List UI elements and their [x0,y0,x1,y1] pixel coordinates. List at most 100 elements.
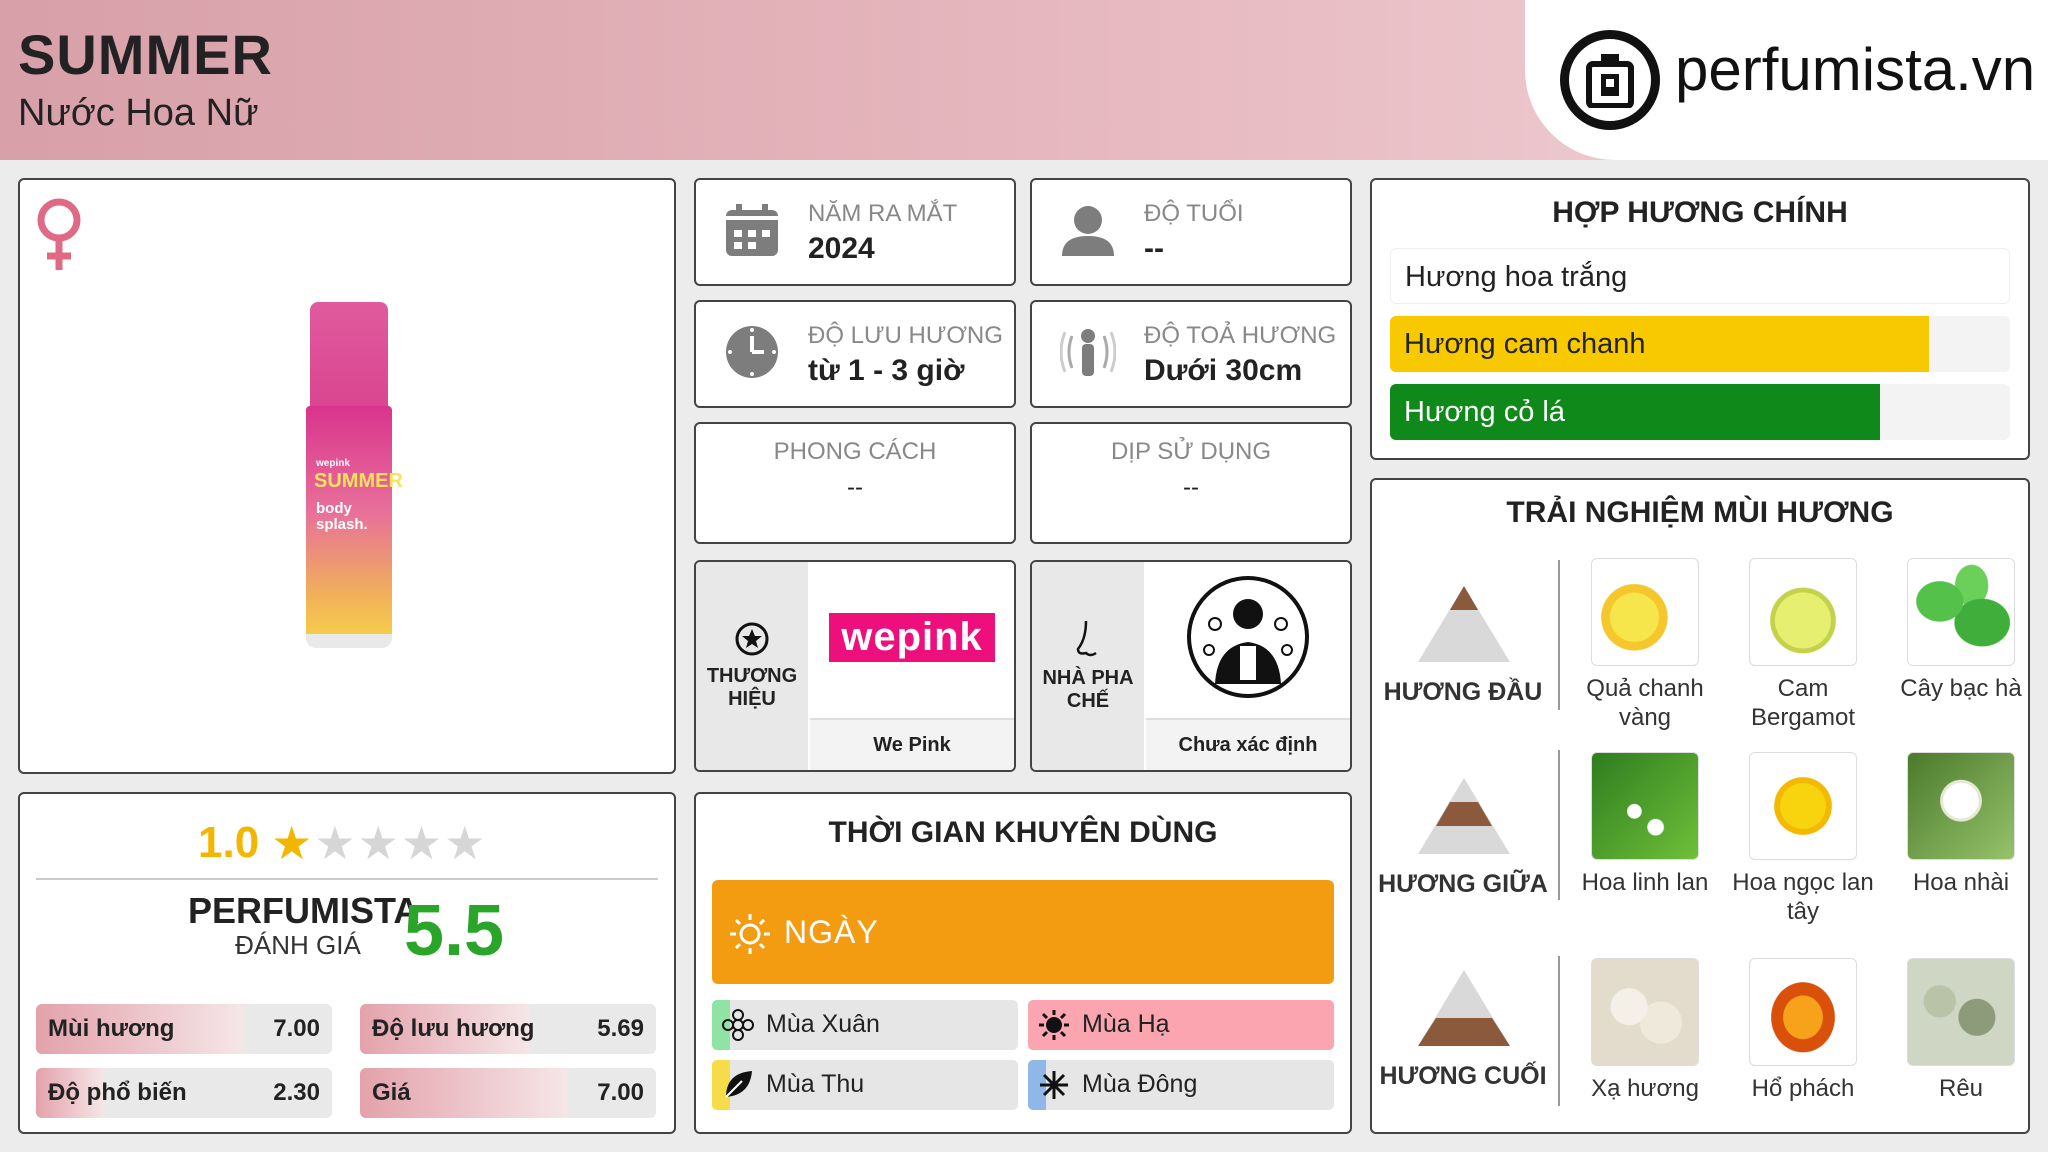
notes-divider [1558,750,1560,900]
longevity-card: ĐỘ LƯU HƯƠNG từ 1 - 3 giờ [694,300,1016,408]
longevity-value: từ 1 - 3 giờ [808,354,965,387]
launch-year-value: 2024 [808,232,875,265]
note-item[interactable]: Cam Bergamot [1728,558,1878,732]
score-value: 2.30 [273,1079,320,1106]
sillage-icon [1060,329,1116,376]
age-value: -- [1144,232,1164,265]
style-value: -- [847,474,863,501]
snowflake-icon [1040,1071,1068,1099]
perfumer-name: Chưa xác định [1146,718,1350,770]
longevity-label: ĐỘ LƯU HƯƠNG [808,322,1003,349]
site-logo[interactable]: perfumista.vn [1525,0,2048,160]
brand-label-2: HIỆU [728,688,776,710]
sillage-label: ĐỘ TOẢ HƯƠNG [1144,322,1337,349]
note-item[interactable]: Hoa nhài [1886,752,2036,897]
season-autumn: Mùa Thu [712,1060,1018,1110]
accords-title: HỢP HƯƠNG CHÍNH [1552,196,1848,229]
launch-year-card: NĂM RA MẮT 2024 [694,178,1016,286]
note-name: Xạ hương [1591,1075,1699,1102]
note-name: Quả chanh vàng [1586,675,1704,731]
perfumer-label-1: NHÀ PHA [1042,667,1134,689]
logo-text: perfumista.vn [1675,36,2036,103]
note-name: Hoa nhài [1912,869,2010,896]
score-bar: Mùi hương 7.00 [36,1004,332,1054]
note-name: Hoa ngọc lan tây [1732,869,1874,925]
score-name: Độ lưu hương [372,1015,535,1042]
accord-bar: Hương cỏ lá [1390,384,2010,440]
star-icon: ★ [444,817,488,869]
season-fill [1028,1000,1334,1050]
season-name: Mùa Hạ [1082,1010,1170,1038]
female-icon [37,198,81,270]
lily-of-the-valley-image [1591,752,1699,860]
style-label: PHONG CÁCH [773,438,937,465]
bottle-name: SUMMER [314,470,403,492]
perfumer-label-2: CHẾ [1066,690,1110,712]
star-icon: ★ [357,817,401,869]
note-item[interactable]: Cây bạc hà [1886,558,2036,703]
note-name: Hổ phách [1751,1075,1855,1102]
perfumer-avatar [1146,562,1350,712]
accord-label: Hương hoa trắng [1405,261,1628,293]
occasion-card: DỊP SỬ DỤNG -- [1030,422,1352,544]
pyramid-middle-icon [1418,778,1510,854]
pyramid-top-icon [1418,586,1510,662]
star-icon: ★ [314,817,358,869]
usage-card: THỜI GIAN KHUYÊN DÙNG NGÀY Mùa Xuân Mùa … [694,792,1352,1134]
mint-image [1907,558,2015,666]
score-name: Giá [372,1079,411,1106]
usage-title: THỜI GIAN KHUYÊN DÙNG [828,816,1218,849]
note-item[interactable]: Hoa ngọc lan tây [1728,752,1878,926]
user-icon [1062,206,1114,256]
accord-bar: Hương hoa trắng [1390,248,2010,304]
perfumer-card[interactable]: NHÀ PHA CHẾ Chưa xác định [1030,560,1352,772]
note-item[interactable]: Hoa linh lan [1570,752,1720,897]
perfumista-rating: PERFUMISTA ĐÁNH GIÁ 5.5 [20,890,674,980]
star-rating-value: 1.0 [198,818,260,867]
note-item[interactable]: Hổ phách [1728,958,1878,1103]
sillage-card: ĐỘ TOẢ HƯƠNG Dưới 30cm [1030,300,1352,408]
perfumista-score: 5.5 [404,891,505,971]
lemon-image [1591,558,1699,666]
star-rating: 1.0 ★★★★★ [198,816,487,870]
note-item[interactable]: Rêu [1886,958,2036,1103]
flower-icon [722,1009,754,1041]
score-bar: Độ phổ biến 2.30 [36,1068,332,1118]
score-value: 5.69 [597,1015,644,1042]
season-name: Mùa Thu [766,1070,865,1098]
brand-logo-text: wepink [829,612,995,662]
star-circle-icon [735,622,769,656]
note-name: Hoa linh lan [1581,869,1709,896]
notes-title: TRẢI NGHIỆM MÙI HƯƠNG [1506,496,1894,529]
brand-label-1: THƯƠNG [706,665,798,687]
season-spring: Mùa Xuân [712,1000,1018,1050]
bottle-sub2: splash. [316,516,368,533]
note-name: Cây bạc hà [1900,675,2022,702]
brand-logo: wepink [810,562,1014,712]
perfume-bottle-icon [1560,30,1660,130]
jasmine-image [1907,752,2015,860]
main-accords-card: HỢP HƯƠNG CHÍNH Hương hoa trắng Hương ca… [1370,178,2030,460]
note-name: Rêu [1938,1075,1984,1102]
notes-divider [1558,560,1560,710]
age-label: ĐỘ TUỔI [1144,200,1244,227]
perfumer-icon [1187,576,1309,698]
leaf-icon [725,1071,752,1098]
note-item[interactable]: Xạ hương [1570,958,1720,1103]
sun-icon [1039,1010,1069,1040]
note-name: Cam Bergamot [1750,675,1856,731]
sun-icon [730,914,770,954]
notes-card: TRẢI NGHIỆM MÙI HƯƠNG HƯƠNG ĐẦU HƯƠNG GI… [1370,478,2030,1134]
notes-divider [1558,956,1560,1106]
note-item[interactable]: Quả chanh vàng [1570,558,1720,732]
product-card: wepink SUMMER body splash. [18,178,676,774]
musk-image [1591,958,1699,1066]
score-value: 7.00 [273,1015,320,1042]
brand-card[interactable]: THƯƠNG HIỆU wepink We Pink [694,560,1016,772]
season-name: Mùa Xuân [766,1010,880,1038]
rating-brand-sub: ĐÁNH GIÁ [235,930,361,960]
amber-image [1749,958,1857,1066]
rating-divider [36,878,658,880]
style-card: PHONG CÁCH -- [694,422,1016,544]
day-label: NGÀY [784,914,879,950]
